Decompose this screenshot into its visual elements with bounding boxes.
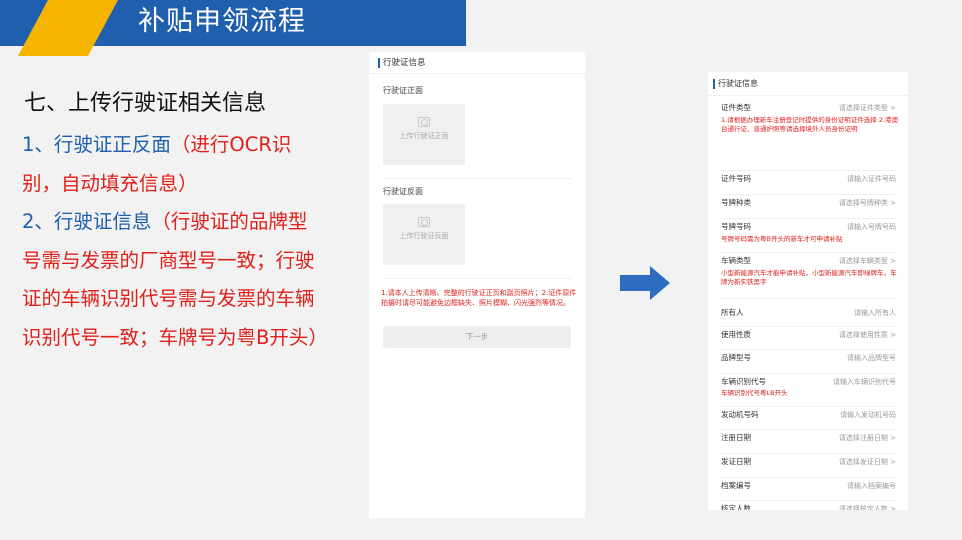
row-divider xyxy=(718,477,898,478)
form-row-label: 证件类型 xyxy=(721,103,751,112)
form-row-input[interactable]: 请选择使用性质 > xyxy=(839,329,896,341)
form-row-label: 品牌型号 xyxy=(721,353,751,362)
back-upload-text: 上传行驶证反面 xyxy=(399,232,449,240)
form-row-label: 发动机号码 xyxy=(721,410,759,419)
row-divider xyxy=(718,218,898,219)
front-label: 行驶证正面 xyxy=(383,86,423,95)
back-upload-box[interactable]: 上传行驶证反面 xyxy=(383,204,465,265)
form-row-label: 所有人 xyxy=(721,308,744,317)
row-divider xyxy=(718,429,898,430)
point-1-main: 1、行驶证正反面 xyxy=(22,133,171,156)
row-divider xyxy=(718,500,898,501)
upload-instructions: 1.请本人上传清晰、完整的行驶证正页和副页照片；2.证件原件拍摄时请尽可能避免边… xyxy=(381,289,577,307)
next-step-button[interactable]: 下一步 xyxy=(383,326,571,348)
form-row-input[interactable]: 请选择号牌种类 > xyxy=(839,197,896,209)
form-row-input[interactable]: 请输入档案编号 xyxy=(847,480,896,492)
form-row-input[interactable]: 请输入所有人 xyxy=(854,307,896,319)
form-row-input[interactable]: 请输入品牌型号 xyxy=(847,352,896,364)
form-row-input[interactable]: 请输入号牌号码 xyxy=(847,221,896,233)
form-row-input[interactable]: 请选择核定人数 > xyxy=(839,503,896,510)
form-row-hint: 小型新能源汽车才能申请补贴，小型新能源汽车即绿牌车，车牌为新实铁黑字 xyxy=(721,269,897,286)
form-row-label: 证件号码 xyxy=(721,174,751,183)
section-heading: 七、上传行驶证相关信息 xyxy=(24,91,267,116)
form-row-label: 车辆识别代号 xyxy=(721,377,766,386)
form-row-label: 使用性质 xyxy=(721,330,751,339)
divider xyxy=(383,278,571,279)
form-row-label: 发证日期 xyxy=(721,457,751,466)
slide-title: 补贴申领流程 xyxy=(138,6,306,37)
camera-icon xyxy=(418,117,430,127)
panel1-title: 行驶证信息 xyxy=(369,52,585,74)
row-divider xyxy=(718,349,898,350)
form-row-input[interactable]: 请选择注册日期 > xyxy=(839,432,896,444)
description-block: 1、行驶证正反面（进行OCR识别，自动填充信息） 2、行驶证信息（行驶证的品牌型… xyxy=(22,126,328,357)
row-divider xyxy=(718,406,898,407)
panel2-title: 行驶证信息 xyxy=(708,72,908,96)
form-row-input[interactable]: 请选择发证日期 > xyxy=(839,456,896,468)
row-divider xyxy=(718,326,898,327)
form-row-hint: 号牌号码需为粤B开头的新车才可申请补贴 xyxy=(721,235,843,243)
row-divider xyxy=(718,194,898,195)
upload-license-screen: 行驶证信息 行驶证正面 上传行驶证正面 行驶证反面 上传行驶证反面 1.请本人上… xyxy=(369,52,585,518)
form-row-label: 核定人数 xyxy=(721,504,751,510)
row-divider xyxy=(718,373,898,374)
form-row-input[interactable]: 请输入证件号码 xyxy=(847,173,896,185)
form-row-label: 号牌种类 xyxy=(721,198,751,207)
form-row-input[interactable]: 请选择证件类型 > xyxy=(839,102,896,114)
row-divider xyxy=(718,170,898,171)
license-form-screen: 行驶证信息 证件类型 请选择证件类型 > 1.请根据办理新车注册登记时提供的身份证明… xyxy=(708,72,908,510)
form-row-input[interactable]: 请输入发动机号码 xyxy=(840,409,896,421)
row-divider xyxy=(718,453,898,454)
divider xyxy=(383,178,571,179)
back-label: 行驶证反面 xyxy=(383,187,423,196)
point-2-main: 2、行驶证信息 xyxy=(22,210,152,233)
form-row-input[interactable]: 请选择车辆类型 > xyxy=(839,255,896,267)
form-row-hint: 车辆识别代号粤LB开头 xyxy=(721,389,788,397)
form-row-label: 注册日期 xyxy=(721,433,751,442)
form-row-label: 车辆类型 xyxy=(721,256,751,265)
form-row-label: 档案编号 xyxy=(721,481,751,490)
right-arrow-icon xyxy=(620,266,670,300)
form-row-label: 号牌号码 xyxy=(721,222,751,231)
form-row-input[interactable]: 请输入车辆识别代号 xyxy=(833,376,896,388)
form-row-hint: 1.请根据办理新车注册登记时提供的身份证明证件选择 2.港澳台通行证、普通护照等… xyxy=(721,116,898,133)
front-upload-box[interactable]: 上传行驶证正面 xyxy=(383,104,465,165)
row-divider xyxy=(718,298,898,299)
front-upload-text: 上传行驶证正面 xyxy=(399,132,449,140)
row-divider xyxy=(718,252,898,253)
camera-icon xyxy=(418,217,430,227)
